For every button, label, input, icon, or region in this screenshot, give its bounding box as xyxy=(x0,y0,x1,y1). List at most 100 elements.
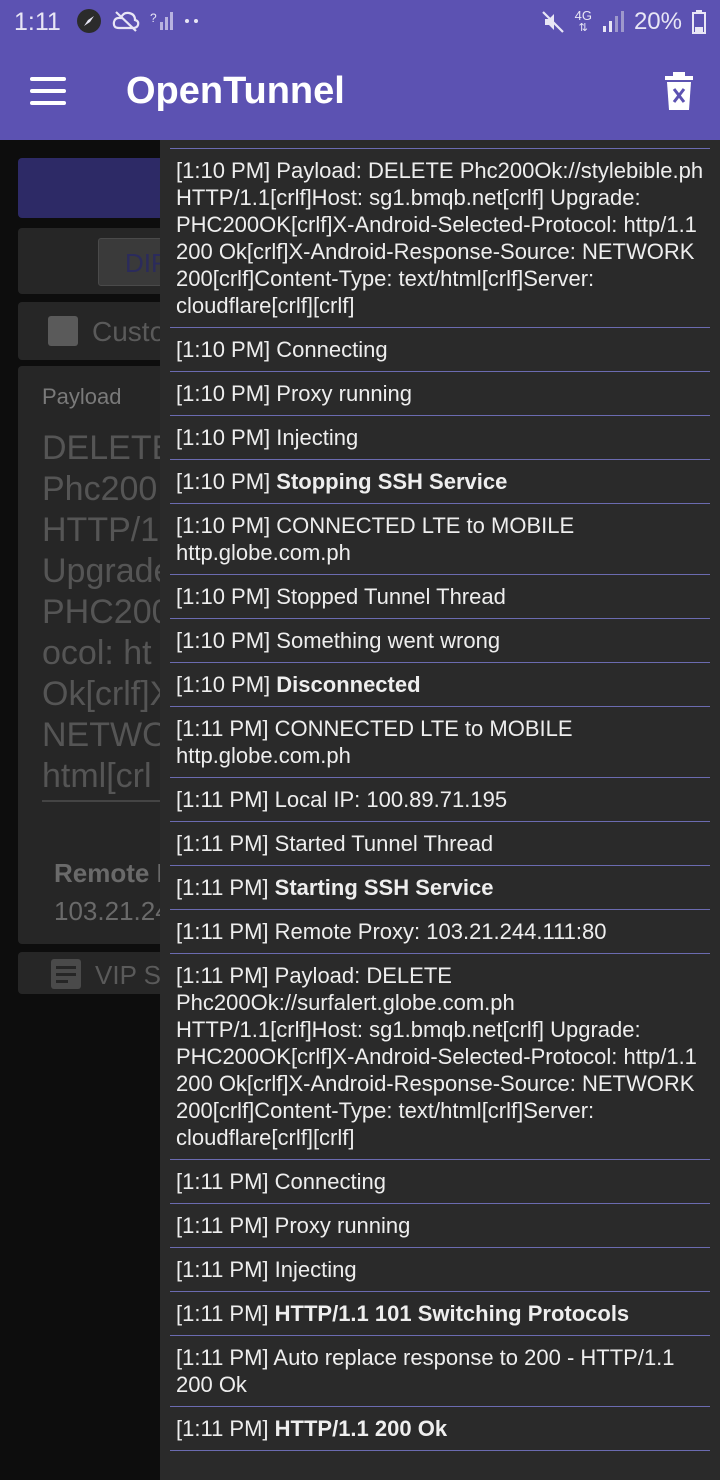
log-item: [1:10 PM] Something went wrong xyxy=(170,619,710,663)
payload-line: PHC200 xyxy=(42,593,160,631)
payload-line: html[crl xyxy=(42,757,152,795)
payload-line: NETWO xyxy=(42,716,160,754)
vip-label: VIP S xyxy=(95,960,162,990)
dots-icon xyxy=(184,17,200,25)
log-message: Disconnected xyxy=(276,672,421,697)
log-message: Connecting xyxy=(274,1169,386,1194)
log-item: [1:10 PM] Stopping SSH Service xyxy=(170,460,710,504)
app-title: OpenTunnel xyxy=(126,70,345,112)
log-message: Stopped Tunnel Thread xyxy=(276,584,506,609)
log-message: Injecting xyxy=(274,1257,357,1282)
svg-text:?: ? xyxy=(150,11,157,25)
network-label: 4G xyxy=(574,8,592,23)
log-item: [1:11 PM] Starting SSH Service xyxy=(170,866,710,910)
log-time: [1:11 PM] xyxy=(176,1301,275,1326)
log-time: [1:10 PM] xyxy=(176,628,277,653)
log-time: [1:10 PM] xyxy=(176,584,277,609)
signal-icon xyxy=(602,11,624,33)
log-item: [1:10 PM] Proxy running xyxy=(170,372,710,416)
log-message: Proxy running xyxy=(276,381,413,406)
log-message: HTTP/1.1 200 Ok xyxy=(274,1416,448,1441)
log-time: [1:11 PM] xyxy=(176,1169,275,1194)
delete-icon[interactable] xyxy=(664,72,694,112)
status-bar: 1:11 ? 4G ⇅ 20% xyxy=(0,0,720,44)
payload-line: Ok[crlf]X xyxy=(42,675,160,713)
app-bar: OpenTunnel xyxy=(0,44,720,140)
log-message: Started Tunnel Thread xyxy=(274,831,494,856)
payload-line: HTTP/1 xyxy=(42,511,160,549)
log-item: [1:11 PM] Connecting xyxy=(170,1160,710,1204)
log-message: HTTP/1.1 101 Switching Protocols xyxy=(274,1301,630,1326)
payload-line: DELETE xyxy=(42,429,160,467)
log-time: [1:11 PM] xyxy=(176,1416,275,1441)
log-item: [1:11 PM] HTTP/1.1 101 Switching Protoco… xyxy=(170,1292,710,1336)
log-item-partial xyxy=(170,140,710,149)
log-item: [1:10 PM] Stopped Tunnel Thread xyxy=(170,575,710,619)
log-item: [1:11 PM] Remote Proxy: 103.21.244.111:8… xyxy=(170,910,710,954)
log-time: [1:10 PM] xyxy=(176,337,277,362)
log-time: [1:10 PM] xyxy=(176,672,277,697)
log-item: [1:10 PM] Disconnected xyxy=(170,663,710,707)
log-time: [1:10 PM] xyxy=(176,513,277,538)
log-message: Remote Proxy: 103.21.244.111:80 xyxy=(274,919,607,944)
log-message: Something went wrong xyxy=(276,628,501,653)
payload-underline xyxy=(42,800,160,802)
log-item: [1:11 PM] HTTP/1.1 200 Ok xyxy=(170,1407,710,1451)
mute-icon xyxy=(541,10,565,34)
status-left-icons: ? xyxy=(76,8,200,34)
payload-text: DELETE Phc200 HTTP/1 Upgrade PHC200 ocol… xyxy=(42,428,160,797)
payload-line: ocol: ht xyxy=(42,634,152,672)
log-item: [1:10 PM] Payload: DELETE Phc200Ok://sty… xyxy=(170,149,710,328)
checkbox-label: Custo xyxy=(92,316,166,347)
log-time: [1:11 PM] xyxy=(176,875,275,900)
log-time: [1:11 PM] xyxy=(176,963,275,988)
log-time: [1:11 PM] xyxy=(176,716,275,741)
checkbox-icon xyxy=(48,316,78,346)
log-message: Starting SSH Service xyxy=(274,875,494,900)
data-arrows-icon: ⇅ xyxy=(578,22,588,34)
log-message: Injecting xyxy=(276,425,359,450)
start-button-bg xyxy=(18,158,178,218)
log-time: [1:11 PM] xyxy=(176,787,275,812)
log-message: Proxy running xyxy=(274,1213,411,1238)
log-time: [1:11 PM] xyxy=(176,919,275,944)
log-item: [1:10 PM] Connecting xyxy=(170,328,710,372)
compass-icon xyxy=(76,8,102,34)
log-panel[interactable]: [1:10 PM] Payload: DELETE Phc200Ok://sty… xyxy=(160,140,720,1480)
signal-question-icon: ? xyxy=(150,10,174,32)
log-message: Stopping SSH Service xyxy=(276,469,508,494)
log-item: [1:11 PM] Local IP: 100.89.71.195 xyxy=(170,778,710,822)
log-message: Local IP: 100.89.71.195 xyxy=(274,787,508,812)
log-time: [1:10 PM] xyxy=(176,381,277,406)
payload-label: Payload xyxy=(42,384,122,409)
log-time: [1:10 PM] xyxy=(176,469,277,494)
remote-label: Remote P xyxy=(54,858,160,888)
battery-icon xyxy=(692,10,706,34)
log-time: [1:11 PM] xyxy=(176,831,275,856)
log-item: [1:11 PM] CONNECTED LTE to MOBILE http.g… xyxy=(170,707,710,778)
log-time: [1:10 PM] xyxy=(176,425,277,450)
status-right-icons: 4G ⇅ 20% xyxy=(541,8,706,36)
payload-line: Upgrade xyxy=(42,552,160,590)
log-time: [1:11 PM] xyxy=(176,1213,275,1238)
note-icon xyxy=(50,958,82,990)
log-list: [1:10 PM] Payload: DELETE Phc200Ok://sty… xyxy=(170,140,710,1451)
hamburger-icon[interactable] xyxy=(30,77,68,107)
cloud-off-icon xyxy=(112,10,140,32)
log-item: [1:11 PM] Injecting xyxy=(170,1248,710,1292)
log-item: [1:11 PM] Auto replace response to 200 -… xyxy=(170,1336,710,1407)
log-time: [1:10 PM] xyxy=(176,158,277,183)
log-message: Connecting xyxy=(276,337,388,362)
payload-line: Phc200 xyxy=(42,470,158,508)
log-item: [1:10 PM] CONNECTED LTE to MOBILE http.g… xyxy=(170,504,710,575)
log-time: [1:11 PM] xyxy=(176,1345,274,1370)
log-item: [1:11 PM] Payload: DELETE Phc200Ok://sur… xyxy=(170,954,710,1160)
log-message: Payload: DELETE Phc200Ok://surfalert.glo… xyxy=(176,963,704,1150)
network-type: 4G ⇅ xyxy=(574,8,592,34)
battery-percent: 20% xyxy=(633,8,682,35)
log-item: [1:11 PM] Started Tunnel Thread xyxy=(170,822,710,866)
remote-value: 103.21.24 xyxy=(54,896,160,926)
log-time: [1:11 PM] xyxy=(176,1257,275,1282)
log-item: [1:11 PM] Proxy running xyxy=(170,1204,710,1248)
status-time: 1:11 xyxy=(14,8,61,36)
